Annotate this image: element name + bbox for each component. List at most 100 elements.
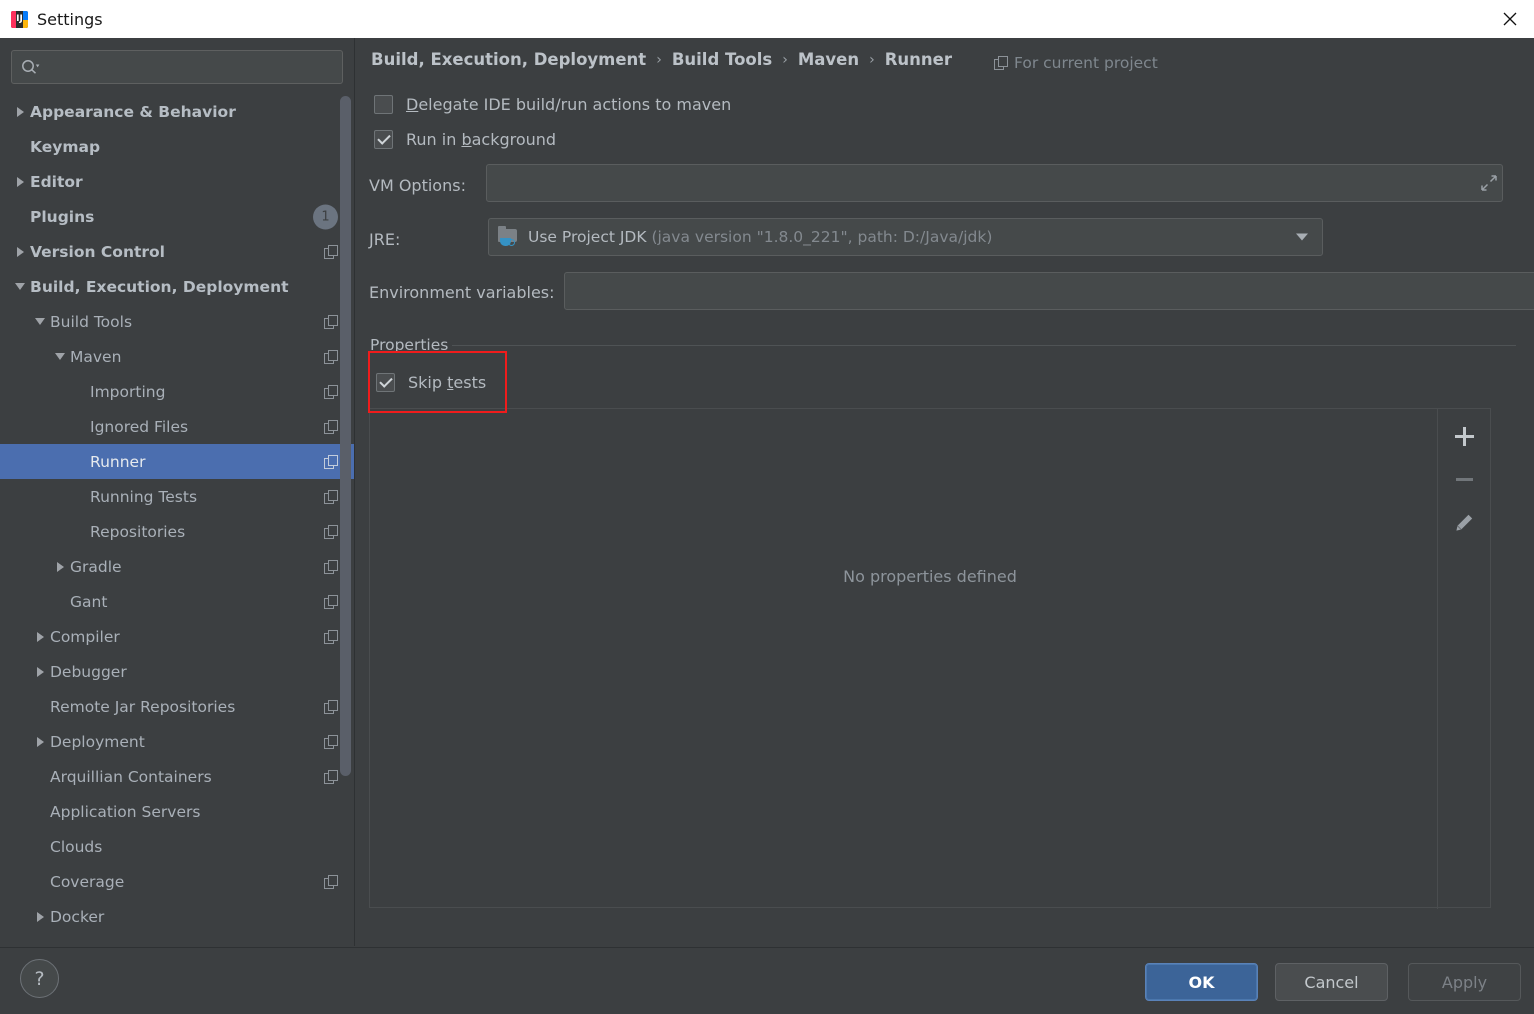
project-scope-icon xyxy=(324,769,338,784)
run-in-background-label: Run in background xyxy=(406,130,557,149)
intellij-idea-icon: IJ xyxy=(11,10,28,28)
chevron-down-icon[interactable] xyxy=(52,349,68,365)
chevron-right-icon[interactable] xyxy=(32,734,48,750)
run-in-background-checkbox[interactable] xyxy=(374,130,393,149)
properties-group-title: Properties xyxy=(370,336,449,354)
sidebar-item-ignored-files[interactable]: Ignored Files xyxy=(0,409,354,444)
ok-button[interactable]: OK xyxy=(1145,963,1258,1001)
sidebar-item-repositories[interactable]: Repositories xyxy=(0,514,354,549)
breadcrumb-item[interactable]: Maven xyxy=(798,50,859,69)
sidebar-item-gradle[interactable]: Gradle xyxy=(0,549,354,584)
title-bar: IJ Settings xyxy=(0,0,1534,38)
env-vars-field[interactable] xyxy=(564,272,1534,310)
sidebar-item-version-control[interactable]: Version Control xyxy=(0,234,354,269)
vm-options-field[interactable] xyxy=(486,164,1503,202)
sidebar-item-label: Version Control xyxy=(30,242,165,261)
help-button[interactable]: ? xyxy=(20,959,59,998)
sidebar-item-maven[interactable]: Maven xyxy=(0,339,354,374)
sidebar-item-compiler[interactable]: Compiler xyxy=(0,619,354,654)
sidebar-item-label: Keymap xyxy=(30,137,101,156)
vm-options-input[interactable] xyxy=(487,165,1476,201)
sidebar-item-gant[interactable]: Gant xyxy=(0,584,354,619)
sidebar-item-deployment[interactable]: Deployment xyxy=(0,724,354,759)
dialog-footer: ? OK Cancel Apply xyxy=(0,947,1534,1014)
search-field[interactable] xyxy=(11,50,343,84)
chevron-right-icon[interactable] xyxy=(12,174,28,190)
sidebar-item-build-execution-deployment[interactable]: Build, Execution, Deployment xyxy=(0,269,354,304)
chevron-right-icon[interactable] xyxy=(32,909,48,925)
jre-combobox[interactable]: Use Project JDK (java version "1.8.0_221… xyxy=(488,218,1323,256)
chevron-right-icon[interactable] xyxy=(32,664,48,680)
project-scope-icon xyxy=(324,594,338,609)
search-icon xyxy=(21,59,40,76)
apply-button[interactable]: Apply xyxy=(1408,963,1521,1001)
plus-icon xyxy=(1454,427,1474,446)
sidebar-item-label: Application Servers xyxy=(50,802,201,821)
project-scope-icon xyxy=(324,734,338,749)
breadcrumb-separator: › xyxy=(656,51,662,68)
sidebar-item-build-tools[interactable]: Build Tools xyxy=(0,304,354,339)
breadcrumb-item[interactable]: Build Tools xyxy=(672,50,772,69)
properties-list[interactable]: No properties defined xyxy=(369,408,1491,909)
scope-label: For current project xyxy=(1014,54,1158,72)
sidebar-item-label: Docker xyxy=(50,907,105,926)
project-scope-icon xyxy=(324,524,338,539)
cancel-button[interactable]: Cancel xyxy=(1275,963,1388,1001)
close-icon[interactable] xyxy=(1486,0,1534,38)
expand-icon[interactable] xyxy=(1476,175,1502,191)
edit-property-button[interactable] xyxy=(1442,501,1487,544)
skip-tests-row[interactable]: Skip tests xyxy=(376,373,486,392)
sidebar-item-label: Build Tools xyxy=(50,312,133,331)
vm-options-label: VM Options: xyxy=(369,176,466,195)
sidebar-item-running-tests[interactable]: Running Tests xyxy=(0,479,354,514)
run-in-background-row[interactable]: Run in background xyxy=(374,130,556,149)
sidebar-item-label: Compiler xyxy=(50,627,120,646)
sidebar-scrollbar[interactable] xyxy=(340,96,351,776)
sidebar-item-remote-jar-repositories[interactable]: Remote Jar Repositories xyxy=(0,689,354,724)
chevron-down-icon[interactable] xyxy=(12,279,28,295)
sidebar-item-arquillian-containers[interactable]: Arquillian Containers xyxy=(0,759,354,794)
sidebar-item-plugins[interactable]: Plugins 1 xyxy=(0,199,354,234)
sidebar-item-appearance-behavior[interactable]: Appearance & Behavior xyxy=(0,94,354,129)
add-property-button[interactable] xyxy=(1442,415,1487,458)
remove-property-button[interactable] xyxy=(1442,458,1487,501)
sidebar-item-clouds[interactable]: Clouds xyxy=(0,829,354,864)
skip-tests-checkbox[interactable] xyxy=(376,373,395,392)
chevron-down-icon[interactable] xyxy=(1296,233,1308,241)
sidebar-item-label: Appearance & Behavior xyxy=(30,102,236,121)
jdk-folder-icon xyxy=(498,226,520,247)
project-scope-icon xyxy=(324,524,338,539)
search-input[interactable] xyxy=(40,51,342,83)
sidebar-item-application-servers[interactable]: Application Servers xyxy=(0,794,354,829)
breadcrumb-separator: › xyxy=(782,51,788,68)
sidebar-item-docker[interactable]: Docker xyxy=(0,899,354,934)
chevron-right-icon[interactable] xyxy=(32,629,48,645)
chevron-down-icon[interactable] xyxy=(32,314,48,330)
sidebar-item-coverage[interactable]: Coverage xyxy=(0,864,354,899)
project-scope-icon xyxy=(324,349,338,364)
sidebar-item-importing[interactable]: Importing xyxy=(0,374,354,409)
jre-value: Use Project JDK (java version "1.8.0_221… xyxy=(528,228,993,246)
sidebar-item-debugger[interactable]: Debugger xyxy=(0,654,354,689)
sidebar-item-runner[interactable]: Runner xyxy=(0,444,354,479)
sidebar-item-label: Ignored Files xyxy=(90,417,189,436)
project-scope-icon xyxy=(324,559,338,574)
chevron-right-icon[interactable] xyxy=(12,244,28,260)
delegate-build-checkbox[interactable] xyxy=(374,95,393,114)
project-scope-icon xyxy=(324,699,338,714)
sidebar-item-keymap[interactable]: Keymap xyxy=(0,129,354,164)
settings-sidebar: Appearance & Behavior Keymap Editor Plugins… xyxy=(0,38,355,946)
properties-empty-text: No properties defined xyxy=(843,567,1017,586)
breadcrumb-item[interactable]: Build, Execution, Deployment xyxy=(371,50,646,69)
env-vars-input[interactable] xyxy=(565,273,1534,309)
sidebar-item-label: Deployment xyxy=(50,732,145,751)
sidebar-item-label: Repositories xyxy=(90,522,186,541)
project-scope-icon xyxy=(324,314,338,329)
chevron-right-icon[interactable] xyxy=(12,104,28,120)
chevron-right-icon[interactable] xyxy=(52,559,68,575)
delegate-build-row[interactable]: Delegate IDE build/run actions to maven xyxy=(374,95,731,114)
project-scope-icon xyxy=(324,349,338,364)
sidebar-item-editor[interactable]: Editor xyxy=(0,164,354,199)
